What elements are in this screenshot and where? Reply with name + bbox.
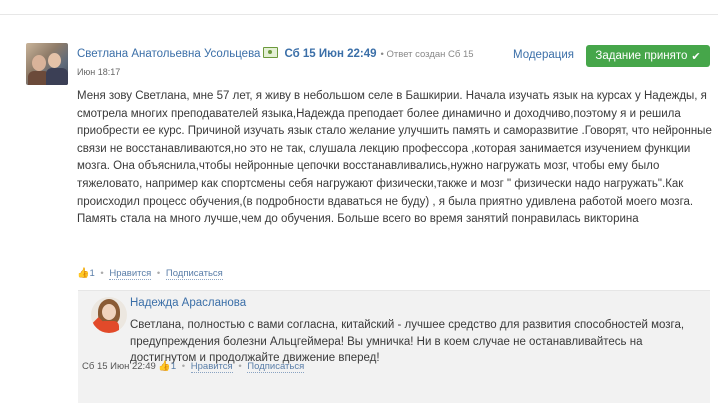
reply-actions: Сб 15 Июн 22:49 👍1 • Нравится • Подписат… <box>82 361 305 373</box>
comment-actions: 👍1 • Нравится • Подписаться <box>77 268 223 280</box>
thumbs-up-icon[interactable]: 👍 <box>77 268 89 279</box>
thumbs-up-icon[interactable]: 👍 <box>158 361 170 372</box>
comment-header: Светлана Анатольевна Усольцева Сб 15 Июн … <box>77 47 474 60</box>
top-divider <box>0 0 718 15</box>
like-count: 1 <box>89 268 95 279</box>
reply-avatar[interactable] <box>91 297 127 333</box>
subscribe-button[interactable]: Подписаться <box>165 268 223 280</box>
verified-icon <box>263 47 279 58</box>
reply-like-count: 1 <box>170 361 177 372</box>
checkmark-icon: ✔ <box>691 50 701 63</box>
author-name[interactable]: Светлана Анатольевна Усольцева <box>77 48 260 60</box>
task-accepted-button[interactable]: Задание принято ✔ <box>586 45 710 67</box>
comment-time: Июн 18:17 <box>77 67 121 77</box>
avatar[interactable] <box>26 43 68 85</box>
like-button[interactable]: Нравится <box>109 268 152 280</box>
reply-date[interactable]: Сб 15 Июн 22:49 <box>82 361 156 372</box>
reply-text: Светлана, полностью с вами согласна, кит… <box>130 319 685 364</box>
comment-date[interactable]: Сб 15 Июн 22:49 <box>284 48 376 60</box>
moderation-link[interactable]: Модерация <box>513 49 574 61</box>
reply-created-note: • Ответ создан Сб 15 <box>380 49 474 60</box>
reply-author-name[interactable]: Надежда Арасланова <box>130 297 246 309</box>
reply-comment: Надежда Арасланова Светлана, полностью с… <box>78 290 710 403</box>
comment-text: Меня зову Светлана, мне 57 лет, я живу в… <box>77 90 712 226</box>
reply-subscribe-button[interactable]: Подписаться <box>247 361 305 373</box>
reply-like-button[interactable]: Нравится <box>190 361 233 373</box>
task-accepted-label: Задание принято <box>595 50 688 62</box>
